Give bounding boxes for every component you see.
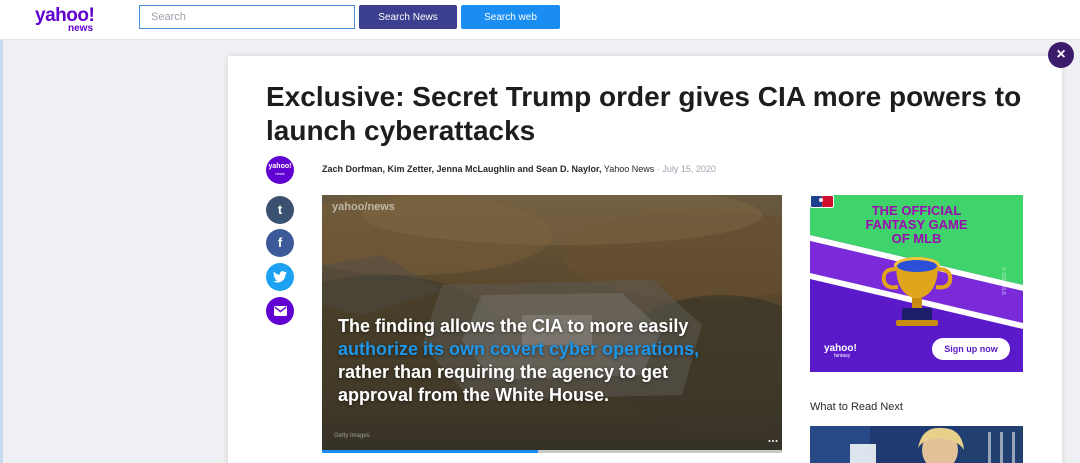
avatar-main-text: yahoo! — [268, 163, 292, 170]
more-options-icon[interactable] — [768, 439, 778, 443]
logo-sub-text: news — [68, 23, 94, 34]
video-progress-bar[interactable] — [322, 450, 782, 453]
byline-source: Yahoo News — [603, 164, 655, 174]
viewport-left-edge — [0, 40, 3, 463]
share-email-button[interactable] — [266, 297, 294, 325]
video-photo-credit: Getty Images — [334, 433, 370, 439]
share-twitter-button[interactable] — [266, 263, 294, 291]
close-icon: × — [1056, 46, 1066, 63]
caption-line-4: approval from the White House. — [338, 385, 610, 405]
caption-highlight: authorize its own covert cyber operation… — [338, 339, 700, 359]
article-byline: Zach Dorfman, Kim Zetter, Jenna McLaughl… — [322, 164, 716, 174]
close-button[interactable]: × — [1048, 42, 1074, 68]
ad-copyright: © 2020 MLB — [1000, 267, 1006, 295]
ad-headline-line-1: THE OFFICIAL — [871, 203, 962, 218]
ad-signup-button[interactable]: Sign up now — [932, 338, 1010, 360]
byline-separator: · — [656, 164, 660, 174]
mlb-logo-icon — [810, 195, 834, 208]
yahoo-fantasy-logo: yahoo! fantasy — [824, 343, 857, 359]
ad-headline-line-3: OF MLB — [891, 231, 942, 246]
what-to-read-next-heading: What to Read Next — [810, 401, 903, 413]
top-header: yahoo! news Search News Search web — [0, 0, 1080, 40]
caption-line-3: rather than requiring the agency to get — [338, 362, 669, 382]
publisher-avatar[interactable]: yahoo! news — [266, 156, 294, 184]
video-player[interactable]: yahoo/news The finding allows the CIA to… — [322, 195, 782, 452]
search-news-button[interactable]: Search News — [359, 5, 457, 29]
search-input[interactable] — [139, 5, 355, 29]
video-caption: The finding allows the CIA to more easil… — [338, 315, 778, 407]
ad-headline: THE OFFICIAL FANTASY GAME OF MLB — [810, 204, 1023, 246]
email-icon — [273, 306, 287, 316]
video-watermark: yahoo/news — [332, 201, 395, 213]
read-next-thumbnail[interactable] — [810, 426, 1023, 463]
caption-line-1: The finding allows the CIA to more easil… — [338, 316, 689, 336]
avatar-sub-text: news — [275, 171, 285, 176]
tumblr-icon: t — [277, 202, 283, 217]
yahoo-news-logo[interactable]: yahoo! news — [35, 5, 105, 35]
ad-headline-line-2: FANTASY GAME — [865, 217, 968, 232]
share-facebook-button[interactable]: f — [266, 229, 294, 257]
share-tumblr-button[interactable]: t — [266, 196, 294, 224]
article-headline: Exclusive: Secret Trump order gives CIA … — [266, 81, 1022, 146]
mlb-fantasy-advertisement[interactable]: THE OFFICIAL FANTASY GAME OF MLB © 2020 … — [810, 195, 1023, 372]
byline-date: July 15, 2020 — [662, 164, 716, 174]
twitter-icon — [273, 271, 287, 283]
facebook-icon: f — [277, 235, 283, 250]
search-web-button[interactable]: Search web — [461, 5, 560, 29]
video-progress-fill — [322, 450, 539, 453]
byline-authors: Zach Dorfman, Kim Zetter, Jenna McLaughl… — [322, 164, 602, 174]
